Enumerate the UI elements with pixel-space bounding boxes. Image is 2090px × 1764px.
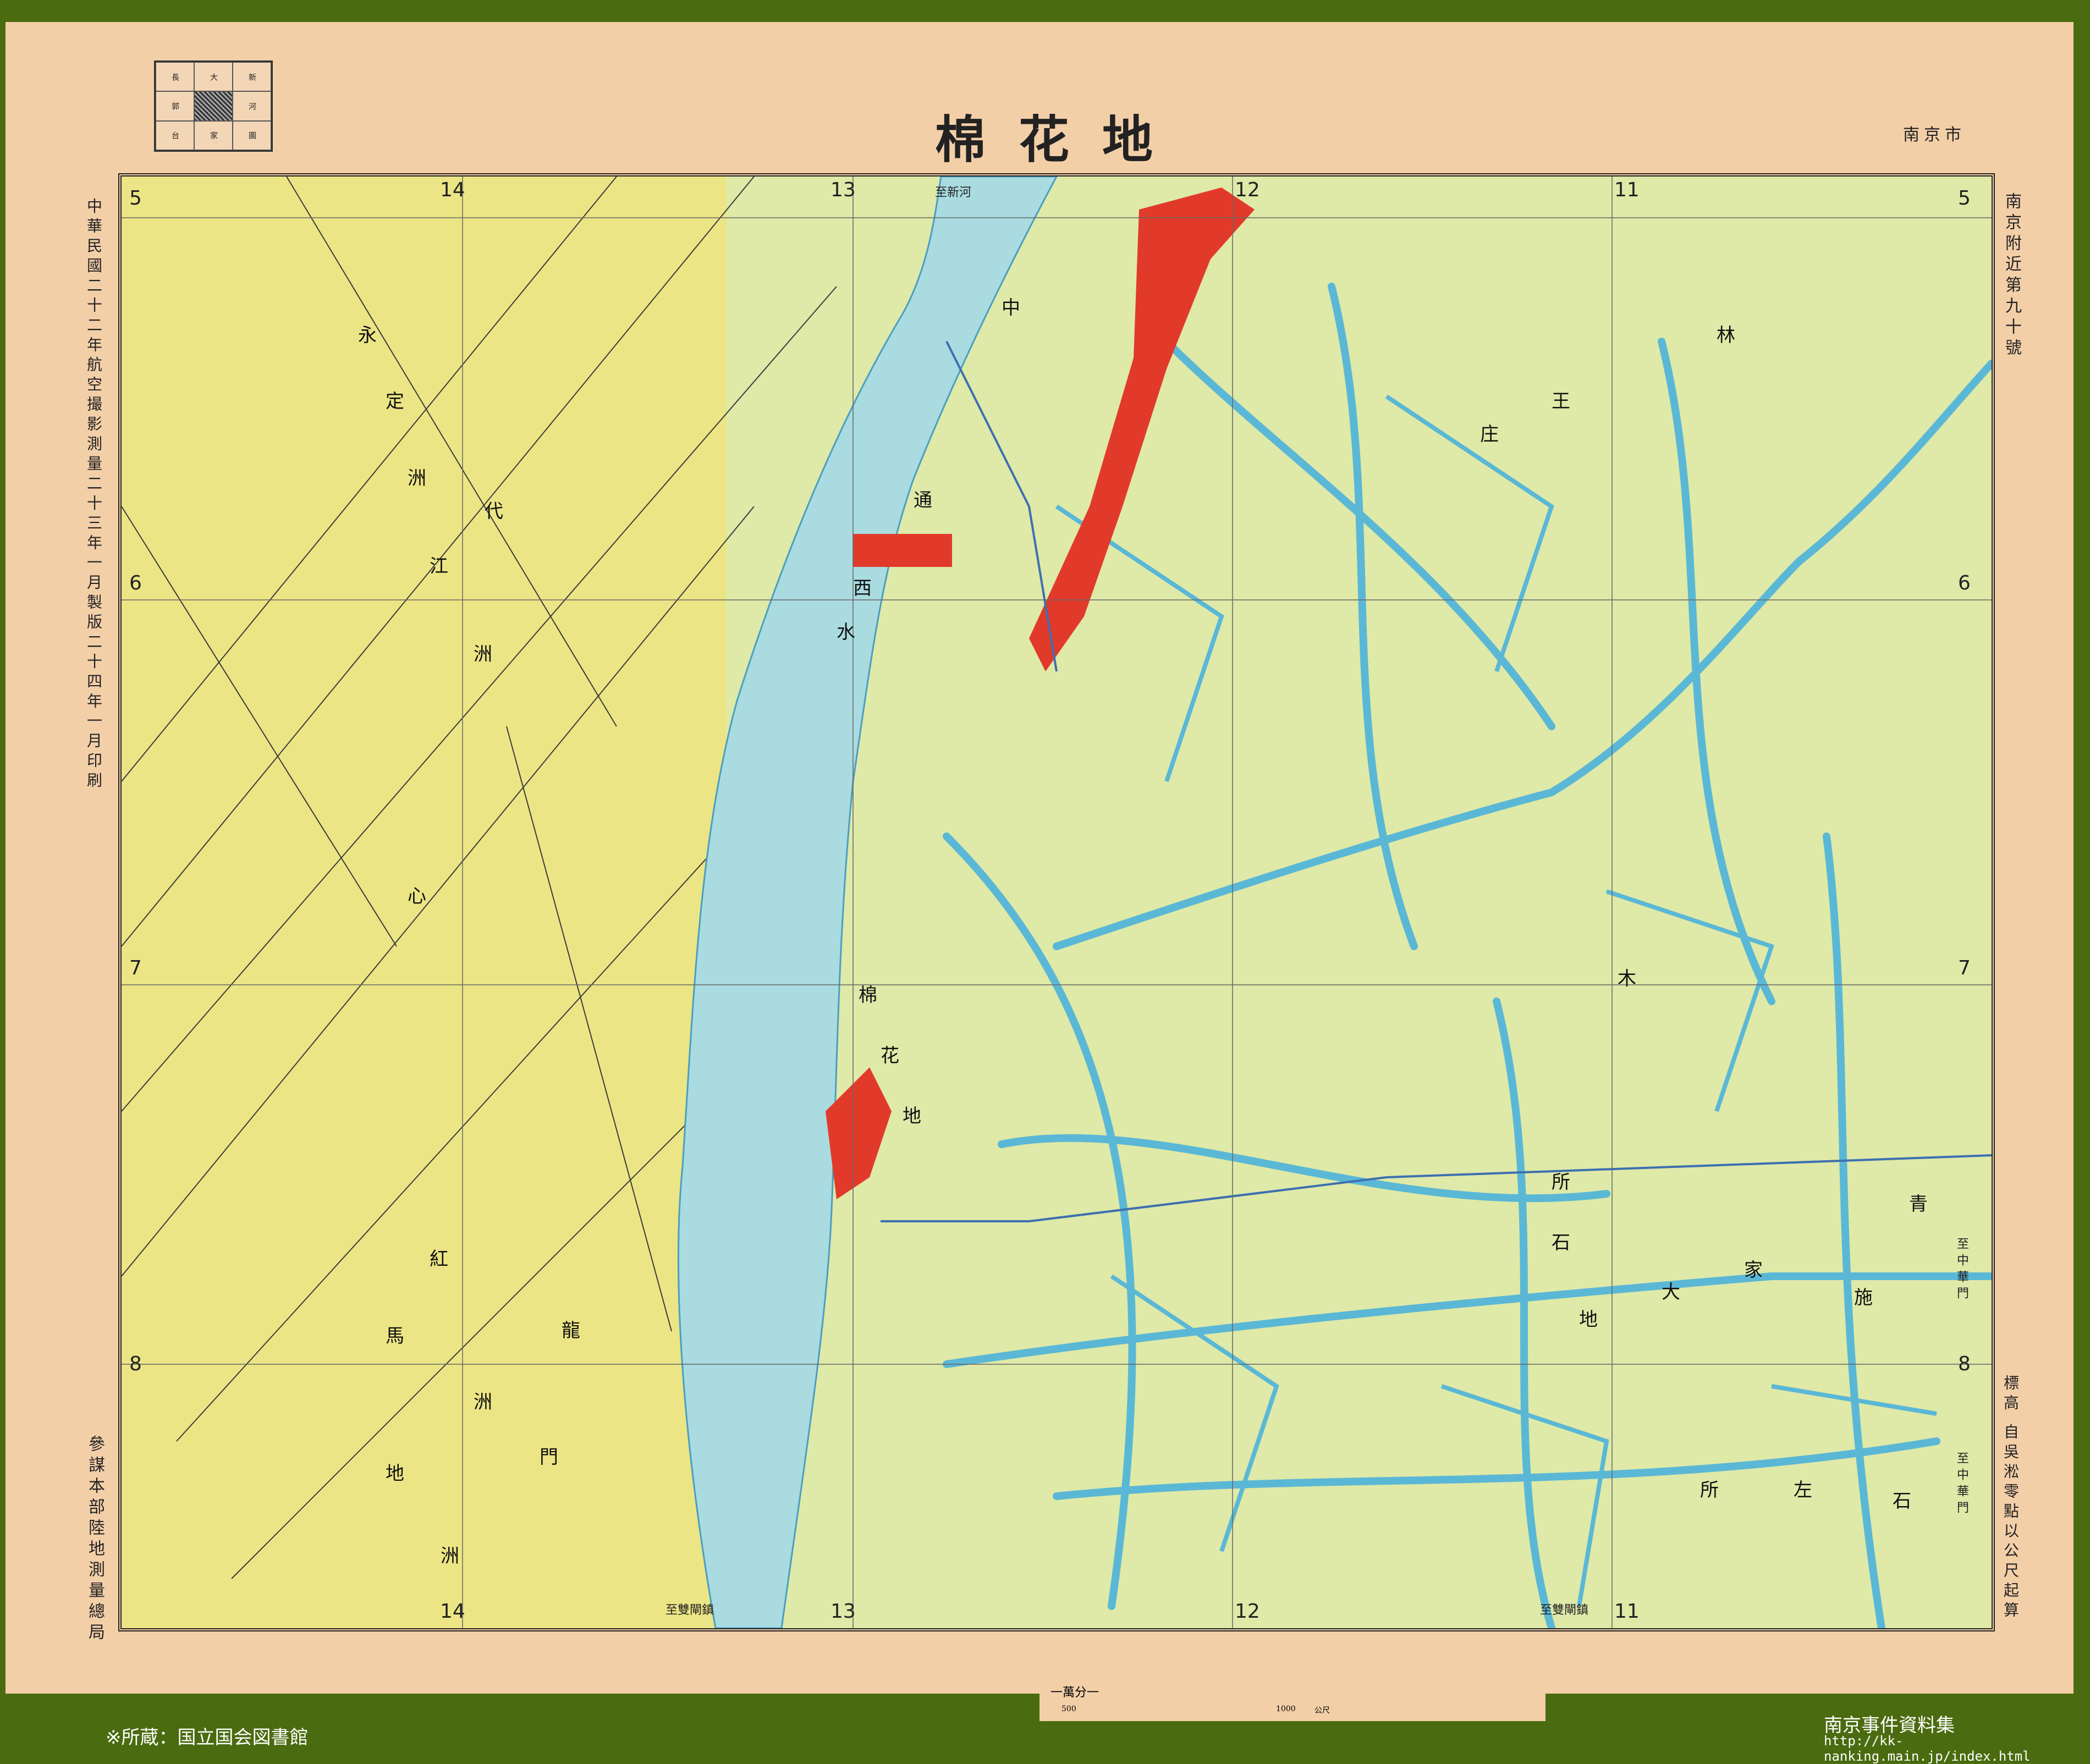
place-label-dai: 代	[485, 500, 503, 522]
legend-cell: 家	[194, 120, 233, 150]
place-label-shi: 石	[1552, 1232, 1570, 1254]
map-frame: 永定洲江代洲心棉花地紅馬龍洲門地洲木所石青施家大地左石所林王庄中西水通	[118, 173, 1995, 1631]
grid-right-6: 6	[1958, 572, 1971, 594]
place-label-qing: 青	[1909, 1193, 1928, 1215]
grid-top-12: 12	[1235, 179, 1260, 201]
grid-right-8: 8	[1958, 1353, 1971, 1375]
place-label-di3: 地	[1579, 1309, 1598, 1331]
place-label-suo2: 所	[1700, 1479, 1719, 1501]
map-title: 棉花地	[935, 110, 1186, 169]
grid-right-7: 7	[1958, 957, 1971, 979]
place-label-xi: 西	[853, 577, 872, 599]
grid-bottom-13: 13	[831, 1600, 856, 1623]
place-label-men: 門	[540, 1446, 558, 1468]
place-label-jiang: 江	[430, 555, 448, 577]
place-label-hong: 紅	[430, 1248, 448, 1270]
grid-bottom-11: 11	[1614, 1600, 1640, 1623]
place-label-yongding: 永	[358, 324, 377, 346]
legend-cell: 河	[233, 91, 271, 121]
legend-cell: 台	[156, 120, 194, 150]
place-label-zhou1: 洲	[408, 467, 426, 489]
survey-note: 中華民國二十二年航空撮影測量二十三年一月製版二十四年一月印刷	[85, 198, 103, 792]
legend-cell: 圖	[233, 120, 271, 150]
edge-label-top: 至新河	[935, 186, 972, 200]
place-label-zhou4: 洲	[441, 1545, 459, 1567]
place-label-zuo: 左	[1794, 1479, 1812, 1501]
scale-unit: 公尺	[1314, 1706, 1330, 1715]
place-label-zhou3: 洲	[474, 1391, 492, 1413]
city-label: 南京市	[1903, 125, 1966, 145]
edge-label-right-lower: 至中華門	[1955, 1452, 1968, 1518]
legend-cell: 新	[233, 62, 271, 92]
map-canvas: 永定洲江代洲心棉花地紅馬 龍洲門地洲木所石青施家大地左 石所林王庄中西水通	[122, 177, 1992, 1628]
place-label-lin: 林	[1717, 324, 1735, 346]
place-label-zhou2: 洲	[474, 643, 492, 665]
place-label-shi2: 施	[1854, 1287, 1873, 1309]
place-label-mu: 木	[1618, 968, 1636, 990]
grid-top-14: 14	[440, 179, 465, 201]
grid-bottom-14: 14	[440, 1600, 465, 1623]
place-label-zhuang: 庄	[1480, 423, 1499, 445]
edge-label-bottom-left: 至雙閘鎮	[666, 1603, 714, 1617]
scale-label: 一萬分一	[1050, 1686, 1099, 1700]
grid-left-7: 7	[129, 957, 142, 979]
grid-top-13: 13	[831, 179, 856, 201]
legend-cell: 大	[194, 62, 233, 92]
place-label-da: 大	[1662, 1281, 1680, 1303]
place-label-tong: 通	[914, 489, 932, 511]
place-label-di: 地	[903, 1105, 921, 1127]
credit-text: ※所蔵：国立国会図書館	[106, 1727, 309, 1749]
map-sheet: 長大新郭河台家圖 棉花地 南京市 南京附近第九十號 中華民國二十二年航空撮影測量…	[6, 22, 2074, 1694]
sheet-number: 南京附近第九十號	[2002, 192, 2021, 360]
legend-cell	[194, 91, 233, 121]
publisher: 參謀本部陸地測量總局	[85, 1435, 105, 1644]
place-label-shi3: 石	[1893, 1490, 1911, 1512]
elevation-note: 標高 自吳淞零點以公尺起算	[2001, 1375, 2020, 1622]
place-label-di2: 地	[386, 1463, 404, 1485]
grid-right-5: 5	[1958, 187, 1971, 210]
scale-tick-500: 500	[1062, 1705, 1076, 1713]
grid-left-8: 8	[129, 1353, 142, 1375]
place-label-zhong: 中	[1002, 297, 1020, 319]
grid-left-6: 6	[129, 572, 142, 594]
place-label-shui: 水	[837, 621, 855, 643]
place-label-long: 龍	[562, 1320, 580, 1342]
place-label-hua: 花	[881, 1045, 899, 1067]
place-label-jia: 家	[1744, 1259, 1763, 1281]
place-label-suo1: 所	[1552, 1171, 1570, 1193]
place-label-xin: 心	[408, 885, 426, 907]
grid-left-5: 5	[129, 187, 142, 210]
place-label-yongding2: 定	[386, 390, 404, 412]
legend-box: 長大新郭 河台家圖	[154, 60, 273, 152]
edge-label-bottom-right: 至雙閘鎮	[1540, 1603, 1589, 1617]
grid-bottom-12: 12	[1235, 1600, 1260, 1623]
place-label-ma: 馬	[386, 1325, 404, 1347]
edge-label-right-upper: 至中華門	[1955, 1237, 1968, 1303]
scale-tick-1000: 1000	[1276, 1705, 1296, 1713]
grid-top-11: 11	[1614, 179, 1640, 201]
place-label-mian: 棉	[859, 984, 877, 1006]
legend-cell: 長	[156, 62, 194, 92]
scale-strip: 一萬分一 500 1000 公尺	[1040, 1672, 1546, 1721]
place-label-wang: 王	[1552, 390, 1570, 412]
legend-cell: 郭	[156, 91, 194, 121]
